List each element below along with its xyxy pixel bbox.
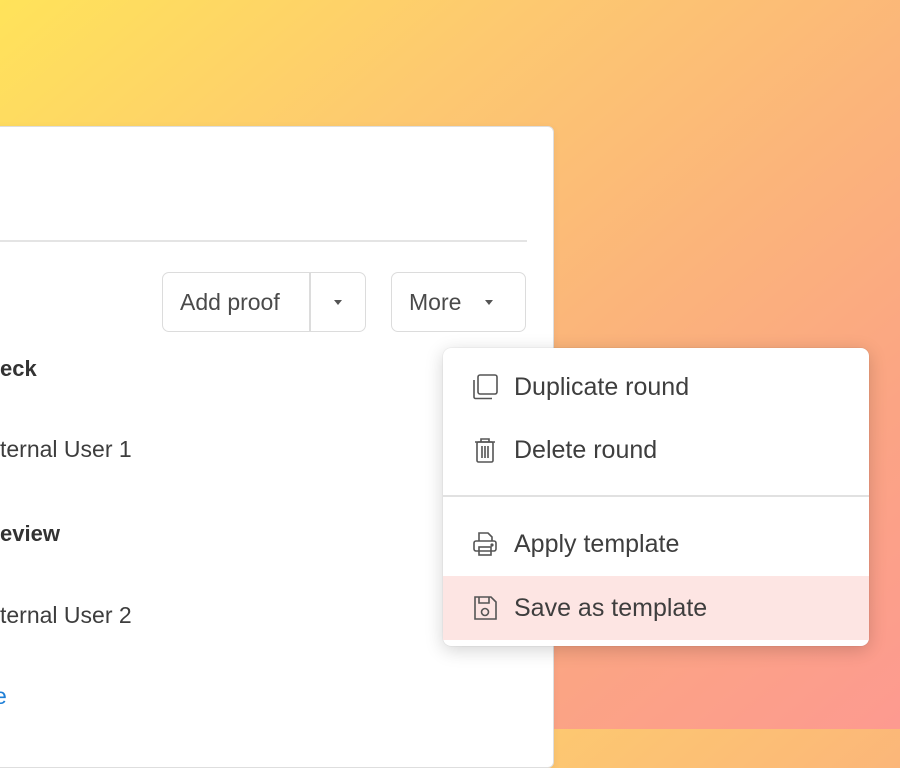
section-divider <box>0 240 527 242</box>
step-title: eck <box>0 356 37 381</box>
caret-down-icon <box>333 299 342 305</box>
menu-item-label: Apply template <box>514 529 680 558</box>
menu-item-label: Delete round <box>514 435 658 464</box>
duplicate-icon <box>471 373 499 401</box>
add-proof-split-button: Add proof <box>162 272 366 332</box>
reviewer-name: ternal User 1 <box>0 436 132 462</box>
menu-item-apply-template[interactable]: Apply template <box>443 512 869 576</box>
caret-down-icon <box>485 299 494 305</box>
reviewer-name: ternal User 2 <box>0 602 132 628</box>
printer-icon <box>471 530 499 558</box>
footer-link[interactable]: e <box>0 683 7 710</box>
step-title: eview <box>0 521 60 546</box>
menu-item-delete-round[interactable]: Delete round <box>443 418 869 482</box>
menu-divider <box>443 495 869 497</box>
more-button-label: More <box>409 288 462 315</box>
save-icon <box>471 594 499 622</box>
menu-item-label: Duplicate round <box>514 372 690 401</box>
menu-item-duplicate-round[interactable]: Duplicate round <box>443 355 869 419</box>
add-proof-dropdown-toggle[interactable] <box>311 299 366 305</box>
menu-item-label: Save as template <box>514 593 708 622</box>
more-dropdown-menu: Duplicate round Delete round Apply templ… <box>443 348 869 646</box>
add-proof-button[interactable]: Add proof <box>163 289 309 316</box>
menu-item-save-as-template[interactable]: Save as template <box>443 576 869 640</box>
trash-icon <box>471 436 499 464</box>
more-button[interactable]: More <box>391 272 526 332</box>
